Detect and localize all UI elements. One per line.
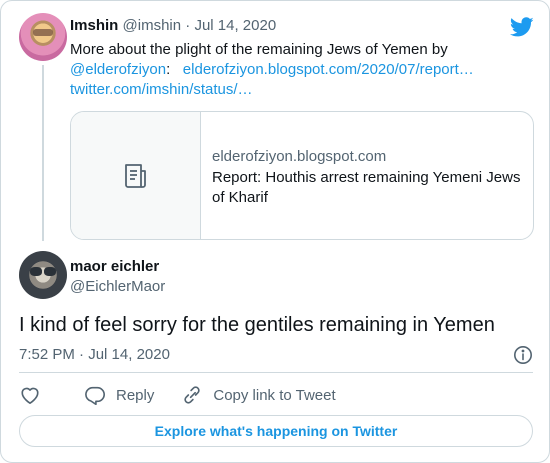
main-tweet-text: I kind of feel sorry for the gentiles re… xyxy=(19,314,495,336)
colon: : xyxy=(166,61,171,78)
mention-link[interactable]: @elderofziyon xyxy=(70,61,166,78)
main-author-handle[interactable]: @EichlerMaor xyxy=(70,278,165,295)
twitter-bird-icon[interactable] xyxy=(510,15,534,39)
link-icon xyxy=(184,386,201,404)
copy-link-button[interactable]: Copy link to Tweet xyxy=(181,385,336,405)
blog-url-link[interactable]: elderofziyon.blogspot.com/2020/07/report… xyxy=(183,61,474,78)
separator-dot: · xyxy=(185,17,191,34)
tweet-time: 7:52 PM xyxy=(19,346,75,363)
link-preview-card[interactable]: elderofziyon.blogspot.com Report: Houthi… xyxy=(70,111,534,240)
copy-link-label: Copy link to Tweet xyxy=(213,386,336,404)
tweet-text-intro: More about the plight of the remaining J… xyxy=(70,41,448,58)
thread-connector-line xyxy=(42,65,44,241)
embedded-tweet-card: Imshin @imshin · Jul 14, 2020 More about… xyxy=(0,0,550,463)
link-preview-thumbnail xyxy=(71,112,201,239)
main-tweet-timestamp[interactable]: 7:52 PM · Jul 14, 2020 xyxy=(19,346,170,363)
status-url-link[interactable]: twitter.com/imshin/status/… xyxy=(70,80,500,100)
author-name[interactable]: Imshin xyxy=(70,17,118,34)
info-icon[interactable] xyxy=(513,345,533,365)
tweet-actions: Reply Copy link to Tweet xyxy=(19,384,336,406)
link-preview-title: Report: Houthis arrest remaining Yemeni … xyxy=(212,169,521,206)
avatar-eichlermaor[interactable] xyxy=(19,251,67,299)
avatar-imshin[interactable] xyxy=(19,13,67,61)
separator-dot: · xyxy=(79,346,85,363)
parent-tweet-text: More about the plight of the remaining J… xyxy=(70,40,500,100)
main-author-name[interactable]: maor eichler xyxy=(70,258,159,275)
parent-tweet-header: Imshin @imshin · Jul 14, 2020 xyxy=(70,17,276,35)
author-handle[interactable]: @imshin xyxy=(123,17,182,34)
heart-icon xyxy=(21,387,39,404)
divider xyxy=(19,372,533,373)
reply-button[interactable]: Reply xyxy=(84,385,154,405)
reply-icon xyxy=(85,386,105,405)
explore-button[interactable]: Explore what's happening on Twitter xyxy=(19,415,533,447)
reply-label: Reply xyxy=(116,386,155,404)
like-button[interactable] xyxy=(19,385,51,405)
tweet-date[interactable]: Jul 14, 2020 xyxy=(194,17,276,34)
tweet-date: Jul 14, 2020 xyxy=(88,346,170,363)
link-preview-domain: elderofziyon.blogspot.com xyxy=(212,148,387,165)
document-icon xyxy=(125,164,146,188)
